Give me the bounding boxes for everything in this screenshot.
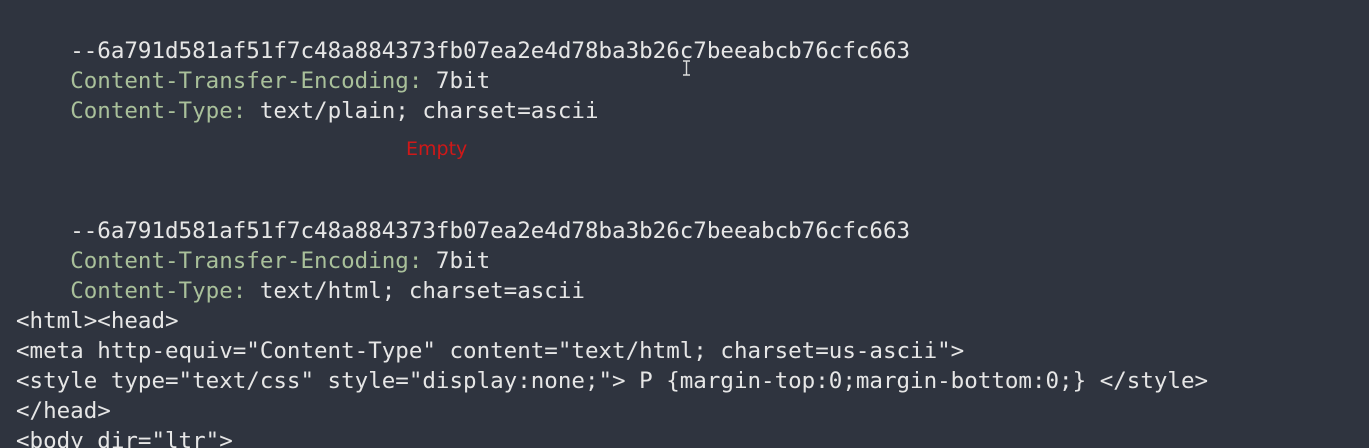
header-name: Content-Type: (70, 98, 247, 124)
html-source-line: </head> (16, 398, 111, 424)
html-source-line: <body dir="ltr"> (16, 428, 233, 448)
empty-part-label: Empty (406, 138, 468, 160)
mime-boundary-line: --6a791d581af51f7c48a884373fb07ea2e4d78b… (16, 6, 910, 64)
header-line: Content-Transfer-Encoding: 7bit (16, 216, 490, 274)
header-value: text/plain; charset=ascii (246, 98, 599, 124)
html-source-line: <style type="text/css" style="display:no… (16, 368, 1209, 394)
mime-boundary-line: --6a791d581af51f7c48a884373fb07ea2e4d78b… (16, 186, 910, 244)
header-line: Content-Type: text/html; charset=ascii (16, 246, 585, 304)
text-cursor-icon (683, 60, 690, 76)
message-source-viewer: --6a791d581af51f7c48a884373fb07ea2e4d78b… (0, 0, 1369, 448)
header-name: Content-Type: (70, 278, 247, 304)
header-line: Content-Type: text/plain; charset=ascii (16, 66, 598, 124)
header-value: text/html; charset=ascii (246, 278, 585, 304)
html-source-line: <meta http-equiv="Content-Type" content=… (16, 338, 965, 364)
header-line: Content-Transfer-Encoding: 7bit (16, 36, 490, 94)
html-source-line: <html><head> (16, 308, 179, 334)
